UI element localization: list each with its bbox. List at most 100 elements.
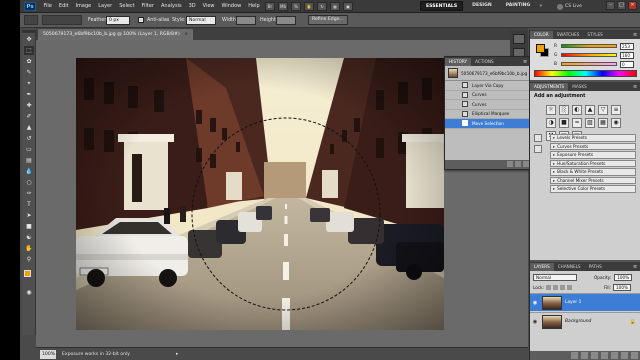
layer-row-background[interactable]: ◉ Background 🔒 [530, 312, 640, 330]
style-select[interactable]: Normal [186, 16, 216, 25]
dodge-tool-icon[interactable]: ○ [24, 178, 34, 187]
close-button[interactable]: ✕ [628, 1, 637, 10]
crop-tool-icon[interactable]: ⌖ [24, 79, 34, 88]
lock-all-icon[interactable] [566, 284, 572, 290]
document-close-icon[interactable]: × [184, 32, 188, 37]
workspace-more-button[interactable]: » [539, 1, 547, 11]
image-canvas[interactable] [76, 58, 444, 330]
lock-position-icon[interactable] [559, 284, 565, 290]
channel-value-input[interactable]: 253 [620, 42, 634, 50]
workspace-painting[interactable]: PAINTING [501, 1, 536, 11]
rectangular-marquee-tool-icon[interactable]: ⬚ [24, 46, 34, 55]
3d-rotate-tool-icon[interactable]: ☯ [24, 233, 34, 242]
layer-visibility-eye-icon[interactable]: ◉ [530, 300, 540, 306]
tab-color[interactable]: COLOR [530, 31, 553, 39]
layer-row-layer-1[interactable]: ◉ Layer 1 [530, 293, 640, 311]
eraser-tool-icon[interactable]: ▭ [24, 145, 34, 154]
height-input[interactable] [276, 16, 296, 25]
adjustment-icon[interactable]: ◑ [546, 118, 556, 128]
menu-edit[interactable]: Edit [55, 0, 72, 13]
path-selection-tool-icon[interactable]: ➤ [24, 211, 34, 220]
zoom-level-icon[interactable]: % [291, 2, 301, 11]
blur-tool-icon[interactable]: 💧 [24, 167, 34, 176]
clone-stamp-tool-icon[interactable]: ▲ [24, 123, 34, 132]
tab-layers[interactable]: LAYERS [530, 263, 554, 271]
mini-bridge-icon[interactable]: Mb [278, 2, 288, 11]
menu-layer[interactable]: Layer [95, 0, 116, 13]
eyedropper-tool-icon[interactable]: ✒ [24, 90, 34, 99]
menu-analysis[interactable]: Analysis [158, 0, 186, 13]
hand-tool-icon[interactable]: ✋ [24, 244, 34, 253]
tab-channels[interactable]: CHANNELS [554, 263, 585, 271]
new-layer-icon[interactable] [621, 352, 628, 359]
selection-mode-buttons[interactable] [42, 15, 82, 25]
foreground-color-swatch[interactable] [24, 270, 31, 277]
adjustment-icon[interactable]: ☼ [546, 105, 556, 115]
zoom-field[interactable]: 100% [40, 350, 56, 359]
adjustment-icon[interactable]: ▨ [585, 118, 595, 128]
adjustment-icon[interactable]: ▽ [598, 105, 608, 115]
zoom-tool-icon[interactable]: ⚲ [24, 255, 34, 264]
adjustment-icon[interactable]: ░ [559, 105, 569, 115]
add-mask-icon[interactable] [591, 352, 598, 359]
tab-adjustments[interactable]: ADJUSTMENTS [530, 83, 569, 91]
status-menu-arrow[interactable]: ▸ [176, 348, 178, 360]
history-step[interactable]: Layer Via Copy [445, 81, 531, 91]
hand-icon[interactable]: ✋ [304, 2, 314, 11]
width-input[interactable] [236, 16, 256, 25]
menu-view[interactable]: View [199, 0, 218, 13]
preset-black-white-presets[interactable]: Black & White Presets [550, 168, 636, 176]
menu-window[interactable]: Window [218, 0, 245, 13]
arrange-documents-icon[interactable]: ▦ [330, 2, 340, 11]
adjustment-icon[interactable]: ≈ [572, 118, 582, 128]
screen-mode-icon[interactable]: ▣ [343, 2, 353, 11]
history-step[interactable]: Curves [445, 100, 531, 110]
channel-slider[interactable] [561, 62, 617, 66]
maximize-button[interactable]: □ [617, 1, 626, 10]
type-tool-icon[interactable]: T [24, 200, 34, 209]
workspace-essentials[interactable]: ESSENTIALS [420, 1, 464, 11]
link-layers-icon[interactable] [571, 352, 578, 359]
new-snapshot-icon[interactable] [515, 161, 521, 167]
quick-mask-icon[interactable]: ◉ [24, 288, 34, 297]
channel-value-input[interactable]: 160 [620, 51, 634, 59]
adjustment-icon[interactable]: ▲ [585, 105, 595, 115]
brush-tool-icon[interactable]: ✐ [24, 112, 34, 121]
pen-tool-icon[interactable]: ✑ [24, 189, 34, 198]
healing-brush-tool-icon[interactable]: ✚ [24, 101, 34, 110]
tab-styles[interactable]: STYLES [583, 31, 606, 39]
channel-value-input[interactable]: 0 [620, 60, 634, 68]
shape-tool-icon[interactable]: ■ [24, 222, 34, 231]
lasso-tool-icon[interactable]: ✿ [24, 57, 34, 66]
adjustments-panel-menu-icon[interactable]: ≡ [633, 83, 640, 91]
preset-curves-presets[interactable]: Curves Presets [550, 142, 636, 150]
history-step[interactable]: Move Selection [445, 119, 531, 129]
layers-panel-menu-icon[interactable]: ≡ [633, 263, 640, 271]
preset-selective-color-presets[interactable]: Selective Color Presets [550, 185, 636, 193]
color-panel-menu-icon[interactable]: ≡ [633, 31, 640, 39]
preset-hue-saturation-presets[interactable]: Hue/Saturation Presets [550, 159, 636, 167]
menu-file[interactable]: File [40, 0, 55, 13]
antialias-checkbox[interactable] [138, 17, 144, 23]
fill-input[interactable]: 100% [612, 283, 631, 291]
new-group-icon[interactable] [611, 352, 618, 359]
refine-edge-button[interactable]: Refine Edge... [308, 15, 348, 25]
minimize-button[interactable]: – [606, 1, 615, 10]
move-tool-icon[interactable]: ✥ [24, 35, 34, 44]
history-snapshot[interactable]: 5050679173_e6bf9bc10b_b.jpg [445, 66, 531, 81]
history-step[interactable]: Curves [445, 91, 531, 100]
tab-swatches[interactable]: SWATCHES [553, 31, 584, 39]
channel-slider[interactable] [561, 44, 617, 48]
adjustment-icon[interactable]: ≡ [611, 105, 621, 115]
preset-exposure-presets[interactable]: Exposure Presets [550, 151, 636, 159]
preset-toggle-icon[interactable] [534, 134, 542, 142]
menu-filter[interactable]: Filter [138, 0, 157, 13]
rotate-view-icon[interactable]: ↻ [317, 2, 327, 11]
delete-layer-icon[interactable] [631, 352, 638, 359]
layer-style-icon[interactable] [581, 352, 588, 359]
lock-transparent-icon[interactable] [545, 284, 551, 290]
gradient-tool-icon[interactable]: ▤ [24, 156, 34, 165]
toolbox-grip[interactable] [22, 30, 35, 33]
document-tab[interactable]: 5050679173_e6bf9bc10b_b.jpg @ 100% (Laye… [38, 29, 194, 40]
channel-slider[interactable] [561, 53, 617, 57]
